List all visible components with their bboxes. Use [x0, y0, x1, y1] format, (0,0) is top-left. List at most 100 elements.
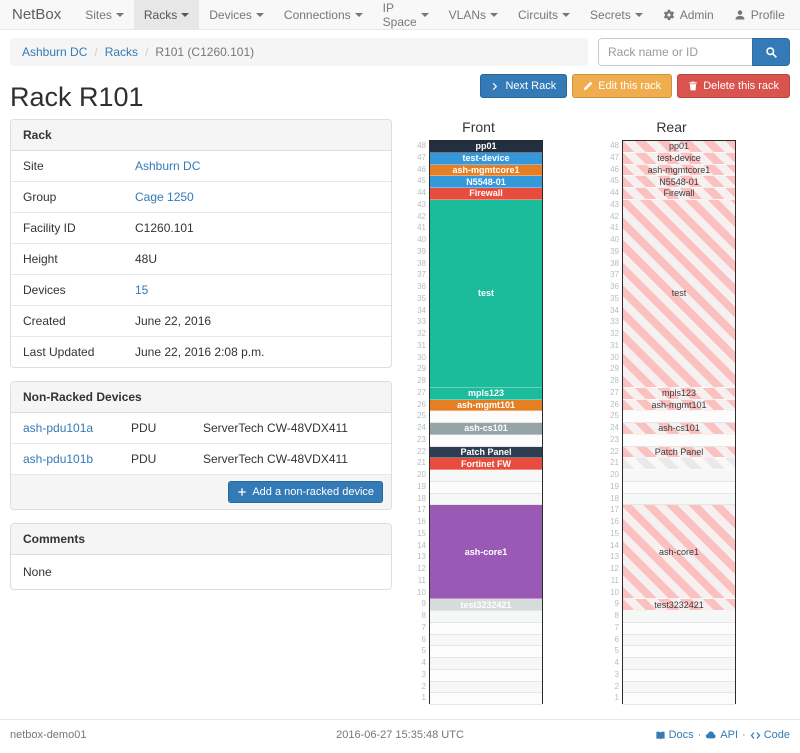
rack-device-fortinet-fw[interactable]: Fortinet FW [430, 458, 542, 470]
rack-unit-empty-u6[interactable] [623, 635, 735, 647]
footer-links: Docs·API·Code [590, 729, 790, 741]
unit-number: 18 [414, 493, 429, 505]
rack-device-mpls123[interactable]: mpls123 [430, 388, 542, 400]
rack-unit-empty-u18[interactable] [623, 494, 735, 506]
title-row: Rack R101 Next RackEdit this rackDelete … [10, 74, 790, 113]
edit-this-rack-button[interactable]: Edit this rack [572, 74, 672, 98]
nav-item-sites[interactable]: Sites [75, 0, 134, 29]
rack-unit-empty-u5[interactable] [623, 646, 735, 658]
nav-item-circuits[interactable]: Circuits [508, 0, 580, 29]
rack-device-n5548-01[interactable]: N5548-01 [623, 176, 735, 188]
rack-device-ash-core1[interactable]: ash-core1 [430, 505, 542, 599]
nav-item-vlans[interactable]: VLANs [439, 0, 508, 29]
rack-unit-empty-u2[interactable] [623, 682, 735, 694]
search-button[interactable] [752, 38, 790, 66]
rack-device-mpls123[interactable]: mpls123 [623, 388, 735, 400]
unit-number: 38 [607, 258, 622, 270]
unit-number: 39 [607, 246, 622, 258]
breadcrumb-item-racks[interactable]: Racks [105, 45, 138, 59]
rack-unit-empty-u7[interactable] [430, 623, 542, 635]
rack-unit-empty-u8[interactable] [430, 611, 542, 623]
attr-value-site[interactable]: Ashburn DC [135, 159, 200, 173]
nav-item-racks[interactable]: Racks [134, 0, 199, 29]
rack-unit-empty-u5[interactable] [430, 646, 542, 658]
rack-device-test[interactable]: test [430, 200, 542, 388]
rack-unit-empty-u7[interactable] [623, 623, 735, 635]
rack-device-ash-mgmt101[interactable]: ash-mgmt101 [623, 400, 735, 412]
rear-elevation-title: Rear [607, 119, 736, 135]
rack-unit-empty-u25[interactable] [430, 411, 542, 423]
rack-device-firewall[interactable]: Firewall [430, 188, 542, 200]
rack-unit-empty-u6[interactable] [430, 635, 542, 647]
rack-device-n5548-01[interactable]: N5548-01 [430, 176, 542, 188]
rack-device-test3232421[interactable]: test3232421 [623, 599, 735, 611]
rack-device-patch-panel[interactable]: Patch Panel [623, 447, 735, 459]
rack-unit-empty-u1[interactable] [623, 693, 735, 705]
rack-unit-empty-u3[interactable] [623, 670, 735, 682]
rack-device-test3232421[interactable]: test3232421 [430, 599, 542, 611]
rack-unit-empty-u4[interactable] [623, 658, 735, 670]
footer-link-code[interactable]: Code [750, 729, 790, 741]
nav-item-connections[interactable]: Connections [274, 0, 373, 29]
footer-link-docs[interactable]: Docs [655, 729, 694, 741]
rack-device-ash-mgmt101[interactable]: ash-mgmt101 [430, 400, 542, 412]
nav-item-profile[interactable]: Profile [724, 0, 795, 29]
nav-item-admin[interactable]: Admin [653, 0, 724, 29]
rack-device-firewall[interactable]: Firewall [623, 188, 735, 200]
rack-search-input[interactable] [598, 38, 752, 66]
rack-unit-empty-u25[interactable] [623, 411, 735, 423]
rack-device-ash-mgmtcore1[interactable]: ash-mgmtcore1 [430, 165, 542, 177]
attr-value-devices[interactable]: 15 [135, 283, 148, 297]
unit-number: 26 [414, 399, 429, 411]
rack-unit-empty-u23[interactable] [623, 435, 735, 447]
add-non-racked-device-button[interactable]: Add a non-racked device [228, 481, 383, 503]
rack-unit-empty-u19[interactable] [430, 482, 542, 494]
unit-number: 42 [414, 211, 429, 223]
rack-device-test[interactable]: test [623, 200, 735, 388]
unit-number: 6 [414, 634, 429, 646]
rack-device-ash-cs101[interactable]: ash-cs101 [623, 423, 735, 435]
device-link-ash-pdu101b[interactable]: ash-pdu101b [23, 452, 93, 466]
rack-unit-empty-u3[interactable] [430, 670, 542, 682]
rack-unit-empty-u1[interactable] [430, 693, 542, 705]
rack-device-ash-cs101[interactable]: ash-cs101 [430, 423, 542, 435]
rack-device-unlabeled[interactable] [623, 458, 735, 470]
breadcrumb-item-r101-c1260-101: R101 (C1260.101) [155, 45, 254, 59]
rack-unit-empty-u4[interactable] [430, 658, 542, 670]
rack-device-pp01[interactable]: pp01 [430, 141, 542, 153]
next-rack-button[interactable]: Next Rack [480, 74, 567, 98]
rack-device-test-device[interactable]: test-device [623, 153, 735, 165]
rack-device-ash-core1[interactable]: ash-core1 [623, 505, 735, 599]
device-link-ash-pdu101a[interactable]: ash-pdu101a [23, 421, 93, 435]
rack-device-test-device[interactable]: test-device [430, 153, 542, 165]
attr-label: Created [23, 314, 135, 328]
comments-title: Comments [11, 524, 391, 555]
nav-item-secrets[interactable]: Secrets [580, 0, 653, 29]
rack-unit-empty-u20[interactable] [430, 470, 542, 482]
nav-item-devices[interactable]: Devices [199, 0, 274, 29]
gear-icon [663, 9, 675, 21]
nav-item-log-out[interactable]: Log out [795, 0, 800, 29]
rack-unit-empty-u8[interactable] [623, 611, 735, 623]
rack-device-ash-mgmtcore1[interactable]: ash-mgmtcore1 [623, 165, 735, 177]
rack-unit-empty-u2[interactable] [430, 682, 542, 694]
nav-item-label: Circuits [518, 8, 558, 22]
rack-device-patch-panel[interactable]: Patch Panel [430, 447, 542, 459]
attr-value-group[interactable]: Cage 1250 [135, 190, 194, 204]
rack-unit-empty-u19[interactable] [623, 482, 735, 494]
unit-number: 23 [607, 434, 622, 446]
breadcrumb-item-ashburn-dc[interactable]: Ashburn DC [22, 45, 87, 59]
search-icon [765, 46, 778, 59]
plus-icon [237, 487, 247, 497]
nav-item-ip-space[interactable]: IP Space [373, 0, 439, 29]
rack-device-pp01[interactable]: pp01 [623, 141, 735, 153]
rack-unit-empty-u20[interactable] [623, 470, 735, 482]
rack-unit-empty-u23[interactable] [430, 435, 542, 447]
unit-number: 22 [607, 446, 622, 458]
rack-unit-empty-u18[interactable] [430, 494, 542, 506]
unit-number: 21 [607, 457, 622, 469]
footer-link-api[interactable]: API [705, 729, 738, 741]
delete-this-rack-button[interactable]: Delete this rack [677, 74, 790, 98]
app-brand[interactable]: NetBox [8, 0, 75, 29]
button-label: Next Rack [505, 80, 556, 92]
